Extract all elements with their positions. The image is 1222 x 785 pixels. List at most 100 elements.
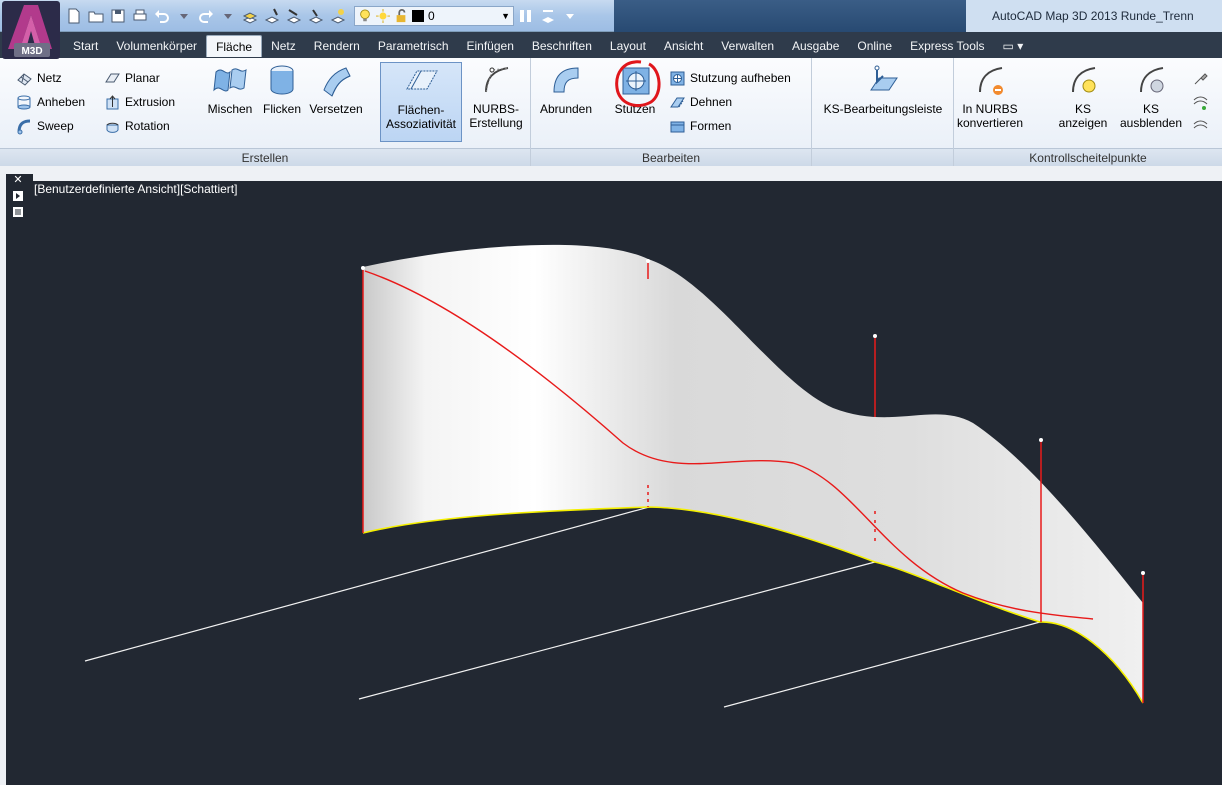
viewport-label[interactable]: [Benutzerdefinierte Ansicht][Schattiert]	[34, 182, 237, 196]
open-folder-icon[interactable]	[86, 6, 106, 26]
tab-express-tools[interactable]: Express Tools	[901, 35, 993, 57]
extrude-icon	[106, 94, 119, 109]
control-point-2[interactable]	[646, 259, 650, 263]
control-point-3[interactable]	[873, 334, 877, 338]
sweep-button[interactable]: Sweep	[16, 116, 74, 136]
redo-dropdown-icon[interactable]	[218, 6, 238, 26]
window-title: AutoCAD Map 3D 2013 Runde_Trenn	[966, 0, 1222, 32]
chevron-down-icon: ▼	[501, 11, 510, 21]
new-file-icon[interactable]	[64, 6, 84, 26]
sweep-icon	[17, 119, 31, 134]
control-point-4[interactable]	[1039, 438, 1043, 442]
tab-start[interactable]: Start	[64, 35, 107, 57]
ground-line-2	[358, 561, 876, 700]
ribbon-tabs: Start Volumenkörper Fläche Netz Rendern …	[64, 35, 1032, 57]
patch-surface-icon	[270, 65, 294, 95]
tab-flaeche[interactable]: Fläche	[206, 35, 263, 57]
ribbon-options-icon[interactable]: ▭ ▾	[994, 35, 1033, 57]
layer-previous-icon[interactable]	[284, 6, 304, 26]
layer-match-icon[interactable]	[262, 6, 282, 26]
layer-dropdown[interactable]: 0 ▼	[354, 6, 514, 26]
fillet-surface-icon	[553, 67, 579, 93]
more-tool-3-icon[interactable]	[1192, 116, 1209, 136]
workspace-icon[interactable]	[538, 6, 558, 26]
untrim-icon	[670, 71, 685, 85]
layer-walk-icon[interactable]	[328, 6, 348, 26]
more-tool-1-icon[interactable]	[1192, 68, 1209, 88]
application-menu-button[interactable]: M3D	[2, 1, 60, 59]
dehnen-button[interactable]: Dehnen	[669, 92, 732, 112]
rotation-button[interactable]: Rotation	[104, 116, 170, 136]
ks-bearbeitungsleiste-button[interactable]: KS-Bearbeitungsleiste	[816, 62, 950, 116]
tab-beschriften[interactable]: Beschriften	[523, 35, 601, 57]
abrunden-button[interactable]: Abrunden	[535, 62, 597, 116]
layer-color-swatch	[412, 10, 424, 22]
properties-palette-icon[interactable]	[12, 206, 24, 218]
loft-icon	[17, 95, 31, 109]
tab-parametrisch[interactable]: Parametrisch	[369, 35, 458, 57]
tab-netz[interactable]: Netz	[262, 35, 305, 57]
revolve-icon	[106, 122, 119, 133]
layer-properties-icon[interactable]	[240, 6, 260, 26]
panel-erstellen: Netz Anheben Sweep Planar Extrusion Rota…	[0, 58, 531, 166]
nurbs-surface[interactable]	[363, 244, 1143, 703]
title-bar-strip	[614, 0, 966, 32]
tab-rendern[interactable]: Rendern	[305, 35, 369, 57]
tab-ausgabe[interactable]: Ausgabe	[783, 35, 848, 57]
panel-title-erstellen: Erstellen	[0, 148, 530, 166]
tab-ansicht[interactable]: Ansicht	[655, 35, 712, 57]
planar-surface-icon	[105, 73, 120, 82]
tab-verwalten[interactable]: Verwalten	[712, 35, 783, 57]
nurbs-erstellung-button[interactable]: NURBS- Erstellung	[464, 62, 528, 130]
netz-button[interactable]: Netz	[16, 68, 62, 88]
ks-ausblenden-button[interactable]: KS ausblenden	[1114, 62, 1188, 130]
panel-bearbeiten: Abrunden Stutzen Stutzung aufheben Dehne…	[531, 58, 812, 166]
anheben-button[interactable]: Anheben	[16, 92, 85, 112]
viewport-side-strip	[6, 174, 33, 785]
stutzung-aufheben-button[interactable]: Stutzung aufheben	[669, 68, 791, 88]
customize-qat-icon[interactable]	[560, 6, 580, 26]
drawing-area: ✕ [Benutzerdefinierte Ansicht][Schattier…	[0, 166, 1222, 785]
ribbon: Netz Anheben Sweep Planar Extrusion Rota…	[0, 58, 1222, 166]
cv-edit-bar-icon	[870, 65, 898, 91]
formen-button[interactable]: Formen	[669, 116, 731, 136]
layer-isolate-icon[interactable]	[306, 6, 326, 26]
show-cv-icon	[1072, 67, 1096, 93]
panel-ks-leiste: KS-Bearbeitungsleiste	[812, 58, 954, 166]
flicken-button[interactable]: Flicken	[258, 62, 306, 116]
model-canvas[interactable]	[33, 181, 1222, 785]
hide-cv-icon	[1140, 67, 1164, 93]
undo-icon[interactable]	[152, 6, 172, 26]
print-icon[interactable]	[130, 6, 150, 26]
tab-layout[interactable]: Layout	[601, 35, 655, 57]
tab-einfuegen[interactable]: Einfügen	[458, 35, 523, 57]
planar-button[interactable]: Planar	[104, 68, 160, 88]
save-icon[interactable]	[108, 6, 128, 26]
mischen-button[interactable]: Mischen	[202, 62, 258, 116]
control-point-1[interactable]	[361, 266, 365, 270]
tab-volumenkoerper[interactable]: Volumenkörper	[107, 35, 206, 57]
close-icon[interactable]: ✕	[12, 174, 24, 186]
mesh-icon	[17, 72, 32, 86]
redo-icon[interactable]	[196, 6, 216, 26]
highlight-circle-annotation	[615, 60, 661, 107]
tab-online[interactable]: Online	[848, 35, 901, 57]
light-bulb-icon	[358, 6, 372, 26]
control-point-5[interactable]	[1141, 571, 1145, 575]
expand-icon[interactable]	[12, 190, 24, 202]
extrusion-button[interactable]: Extrusion	[104, 92, 175, 112]
ks-anzeigen-button[interactable]: KS anzeigen	[1052, 62, 1114, 130]
flaechen-assoziativitaet-button[interactable]: Flächen- Assoziativität	[380, 62, 462, 142]
convert-to-nurbs-icon	[979, 67, 1003, 95]
versetzen-button[interactable]: Versetzen	[306, 62, 366, 116]
blend-surface-icon	[213, 68, 247, 92]
offset-surface-icon	[323, 67, 351, 97]
more-tool-2-icon[interactable]	[1192, 92, 1209, 112]
layer-state-icon[interactable]	[516, 6, 536, 26]
undo-dropdown-icon[interactable]	[174, 6, 194, 26]
sun-icon	[376, 6, 390, 26]
panel-title-bearbeiten: Bearbeiten	[531, 148, 811, 166]
in-nurbs-konvertieren-button[interactable]: In NURBS konvertieren	[956, 62, 1024, 130]
lock-open-icon	[394, 6, 408, 26]
ribbon-tab-bar: Start Volumenkörper Fläche Netz Rendern …	[0, 32, 1222, 58]
